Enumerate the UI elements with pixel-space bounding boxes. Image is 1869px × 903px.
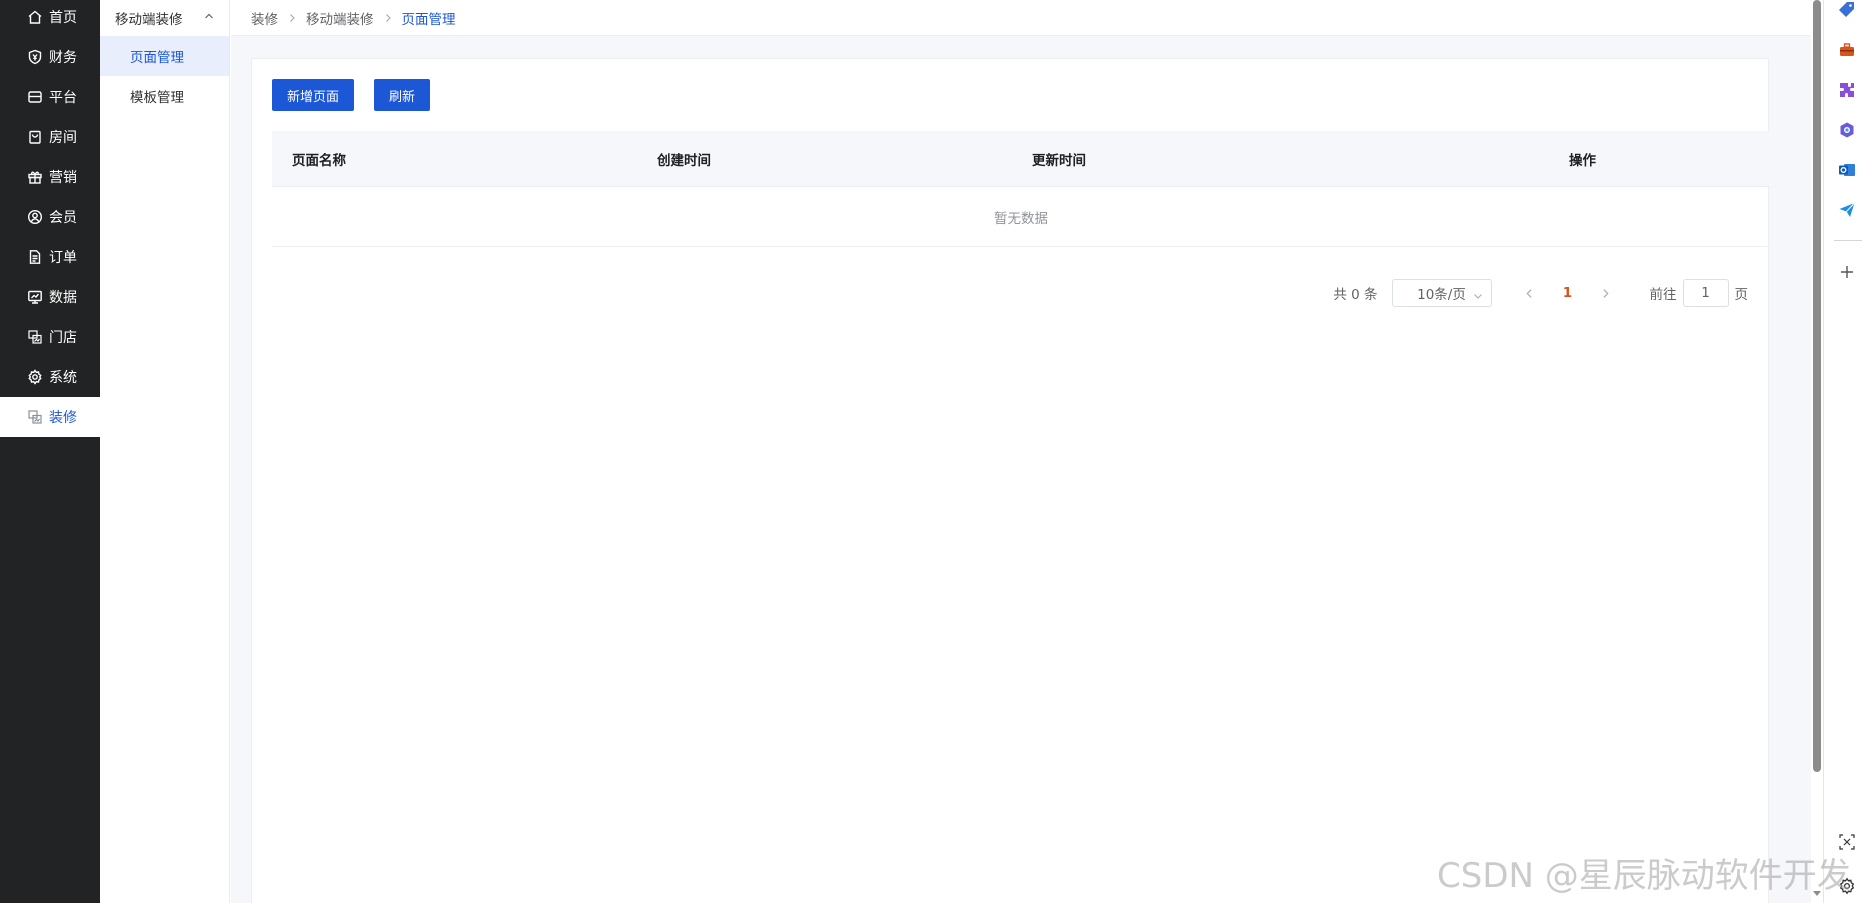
scrollbar-thumb[interactable] — [1813, 0, 1821, 772]
watermark: CSDN @星辰脉动软件开发 — [1437, 856, 1851, 896]
outlook-icon[interactable] — [1837, 160, 1857, 180]
nav-item-label: 系统 — [49, 370, 77, 386]
prev-page-button[interactable] — [1516, 288, 1544, 299]
nav-item-platform[interactable]: 平台 — [0, 77, 100, 117]
monitor-icon — [27, 289, 43, 305]
next-page-button[interactable] — [1592, 288, 1620, 299]
breadcrumb-item[interactable]: 装修 — [251, 8, 278, 28]
nav-item-store[interactable]: 门店 — [0, 317, 100, 357]
shield-icon — [27, 49, 43, 65]
column-header-updated-time: 更新时间 — [1032, 152, 1086, 169]
pagination: 共 0 条 10条/页 1 前往 页 — [1333, 279, 1748, 307]
submenu-item-template-management[interactable]: 模板管理 — [100, 76, 229, 116]
chevron-up-icon — [203, 10, 215, 26]
gear-icon — [27, 369, 43, 385]
chevron-right-icon — [287, 13, 297, 23]
page-size-select[interactable]: 10条/页 — [1391, 279, 1492, 307]
home-icon — [27, 9, 43, 25]
add-page-button[interactable]: 新增页面 — [272, 79, 355, 111]
main-sidebar: 首页 财务 平台 房间 营销 会员 订单 数据 门店 系统 装修 — [0, 0, 100, 903]
goto-suffix: 页 — [1734, 287, 1749, 303]
page-size-value: 10条/页 — [1417, 287, 1466, 303]
vertical-scrollbar[interactable] — [1811, 0, 1823, 903]
page-jumper: 前往 页 — [1649, 279, 1749, 307]
page-number-current[interactable]: 1 — [1544, 285, 1592, 301]
copilot-icon[interactable] — [1837, 120, 1857, 140]
nav-item-label: 数据 — [49, 290, 77, 306]
nav-item-label: 会员 — [49, 210, 77, 226]
nav-item-member[interactable]: 会员 — [0, 197, 100, 237]
main-content: 装修 移动端装修 页面管理 新增页面 刷新 页面名称 创建时间 更新时间 操作 — [231, 0, 1811, 903]
toolbar: 新增页面 刷新 — [272, 79, 450, 111]
breadcrumb: 装修 移动端装修 页面管理 — [231, 0, 1811, 36]
app-root: 首页 财务 平台 房间 营销 会员 订单 数据 门店 系统 装修 移动端装修 页… — [0, 0, 1869, 903]
table-header: 页面名称 创建时间 更新时间 操作 — [272, 131, 1770, 187]
nav-item-data[interactable]: 数据 — [0, 277, 100, 317]
column-header-page-name: 页面名称 — [292, 152, 346, 169]
document-icon — [27, 249, 43, 265]
nav-item-label: 房间 — [49, 130, 77, 146]
submenu-item-page-management[interactable]: 页面管理 — [100, 36, 229, 76]
nav-item-label: 订单 — [49, 250, 77, 266]
empty-text: 暂无数据 — [994, 210, 1048, 227]
browser-sidebar — [1823, 0, 1869, 903]
nav-item-finance[interactable]: 财务 — [0, 37, 100, 77]
nav-item-room[interactable]: 房间 — [0, 117, 100, 157]
toolbox-icon[interactable] — [1837, 40, 1857, 60]
pagination-total: 共 0 条 — [1333, 287, 1378, 303]
content-card: 新增页面 刷新 页面名称 创建时间 更新时间 操作 暂无数据 共 0 条 10条… — [251, 58, 1770, 903]
nav-item-order[interactable]: 订单 — [0, 237, 100, 277]
images-icon — [27, 329, 43, 345]
tag-icon[interactable] — [1837, 0, 1857, 20]
send-icon[interactable] — [1837, 200, 1857, 220]
submenu-group-label: 移动端装修 — [115, 12, 183, 28]
sidebar-divider — [1834, 240, 1862, 241]
submenu-item-label: 模板管理 — [130, 90, 184, 106]
gift-icon — [27, 169, 43, 185]
column-header-actions: 操作 — [1569, 152, 1596, 169]
chevron-left-icon — [1526, 288, 1532, 298]
nav-item-home[interactable]: 首页 — [0, 0, 100, 37]
plus-icon[interactable] — [1837, 262, 1857, 282]
pages-table: 页面名称 创建时间 更新时间 操作 暂无数据 — [272, 131, 1770, 247]
chevron-down-icon — [1473, 289, 1483, 305]
column-header-created-time: 创建时间 — [657, 152, 711, 169]
submenu-item-label: 页面管理 — [130, 50, 184, 66]
user-icon — [27, 209, 43, 225]
table-empty-row: 暂无数据 — [272, 187, 1770, 247]
submenu: 移动端装修 页面管理 模板管理 — [100, 0, 230, 903]
chevron-right-icon — [383, 13, 393, 23]
goto-page-input[interactable] — [1682, 279, 1729, 307]
nav-item-system[interactable]: 系统 — [0, 357, 100, 397]
puzzle-icon[interactable] — [1837, 80, 1857, 100]
goto-prefix: 前往 — [1649, 287, 1677, 303]
nav-item-label: 门店 — [49, 330, 77, 346]
nav-item-label: 营销 — [49, 170, 77, 186]
breadcrumb-current: 页面管理 — [401, 11, 456, 28]
refresh-button[interactable]: 刷新 — [374, 79, 431, 111]
nav-item-decoration[interactable]: 装修 — [0, 397, 100, 437]
images-icon — [27, 409, 43, 425]
nav-item-label: 首页 — [49, 10, 77, 26]
nav-item-marketing[interactable]: 营销 — [0, 157, 100, 197]
breadcrumb-item[interactable]: 移动端装修 — [306, 8, 374, 28]
bag-icon — [27, 129, 43, 145]
submenu-group-mobile-decoration[interactable]: 移动端装修 — [100, 0, 229, 36]
store-icon — [27, 89, 43, 105]
chevron-right-icon — [1603, 288, 1609, 298]
nav-item-label: 财务 — [49, 50, 77, 66]
nav-item-label: 装修 — [49, 410, 77, 426]
nav-item-label: 平台 — [49, 90, 77, 106]
